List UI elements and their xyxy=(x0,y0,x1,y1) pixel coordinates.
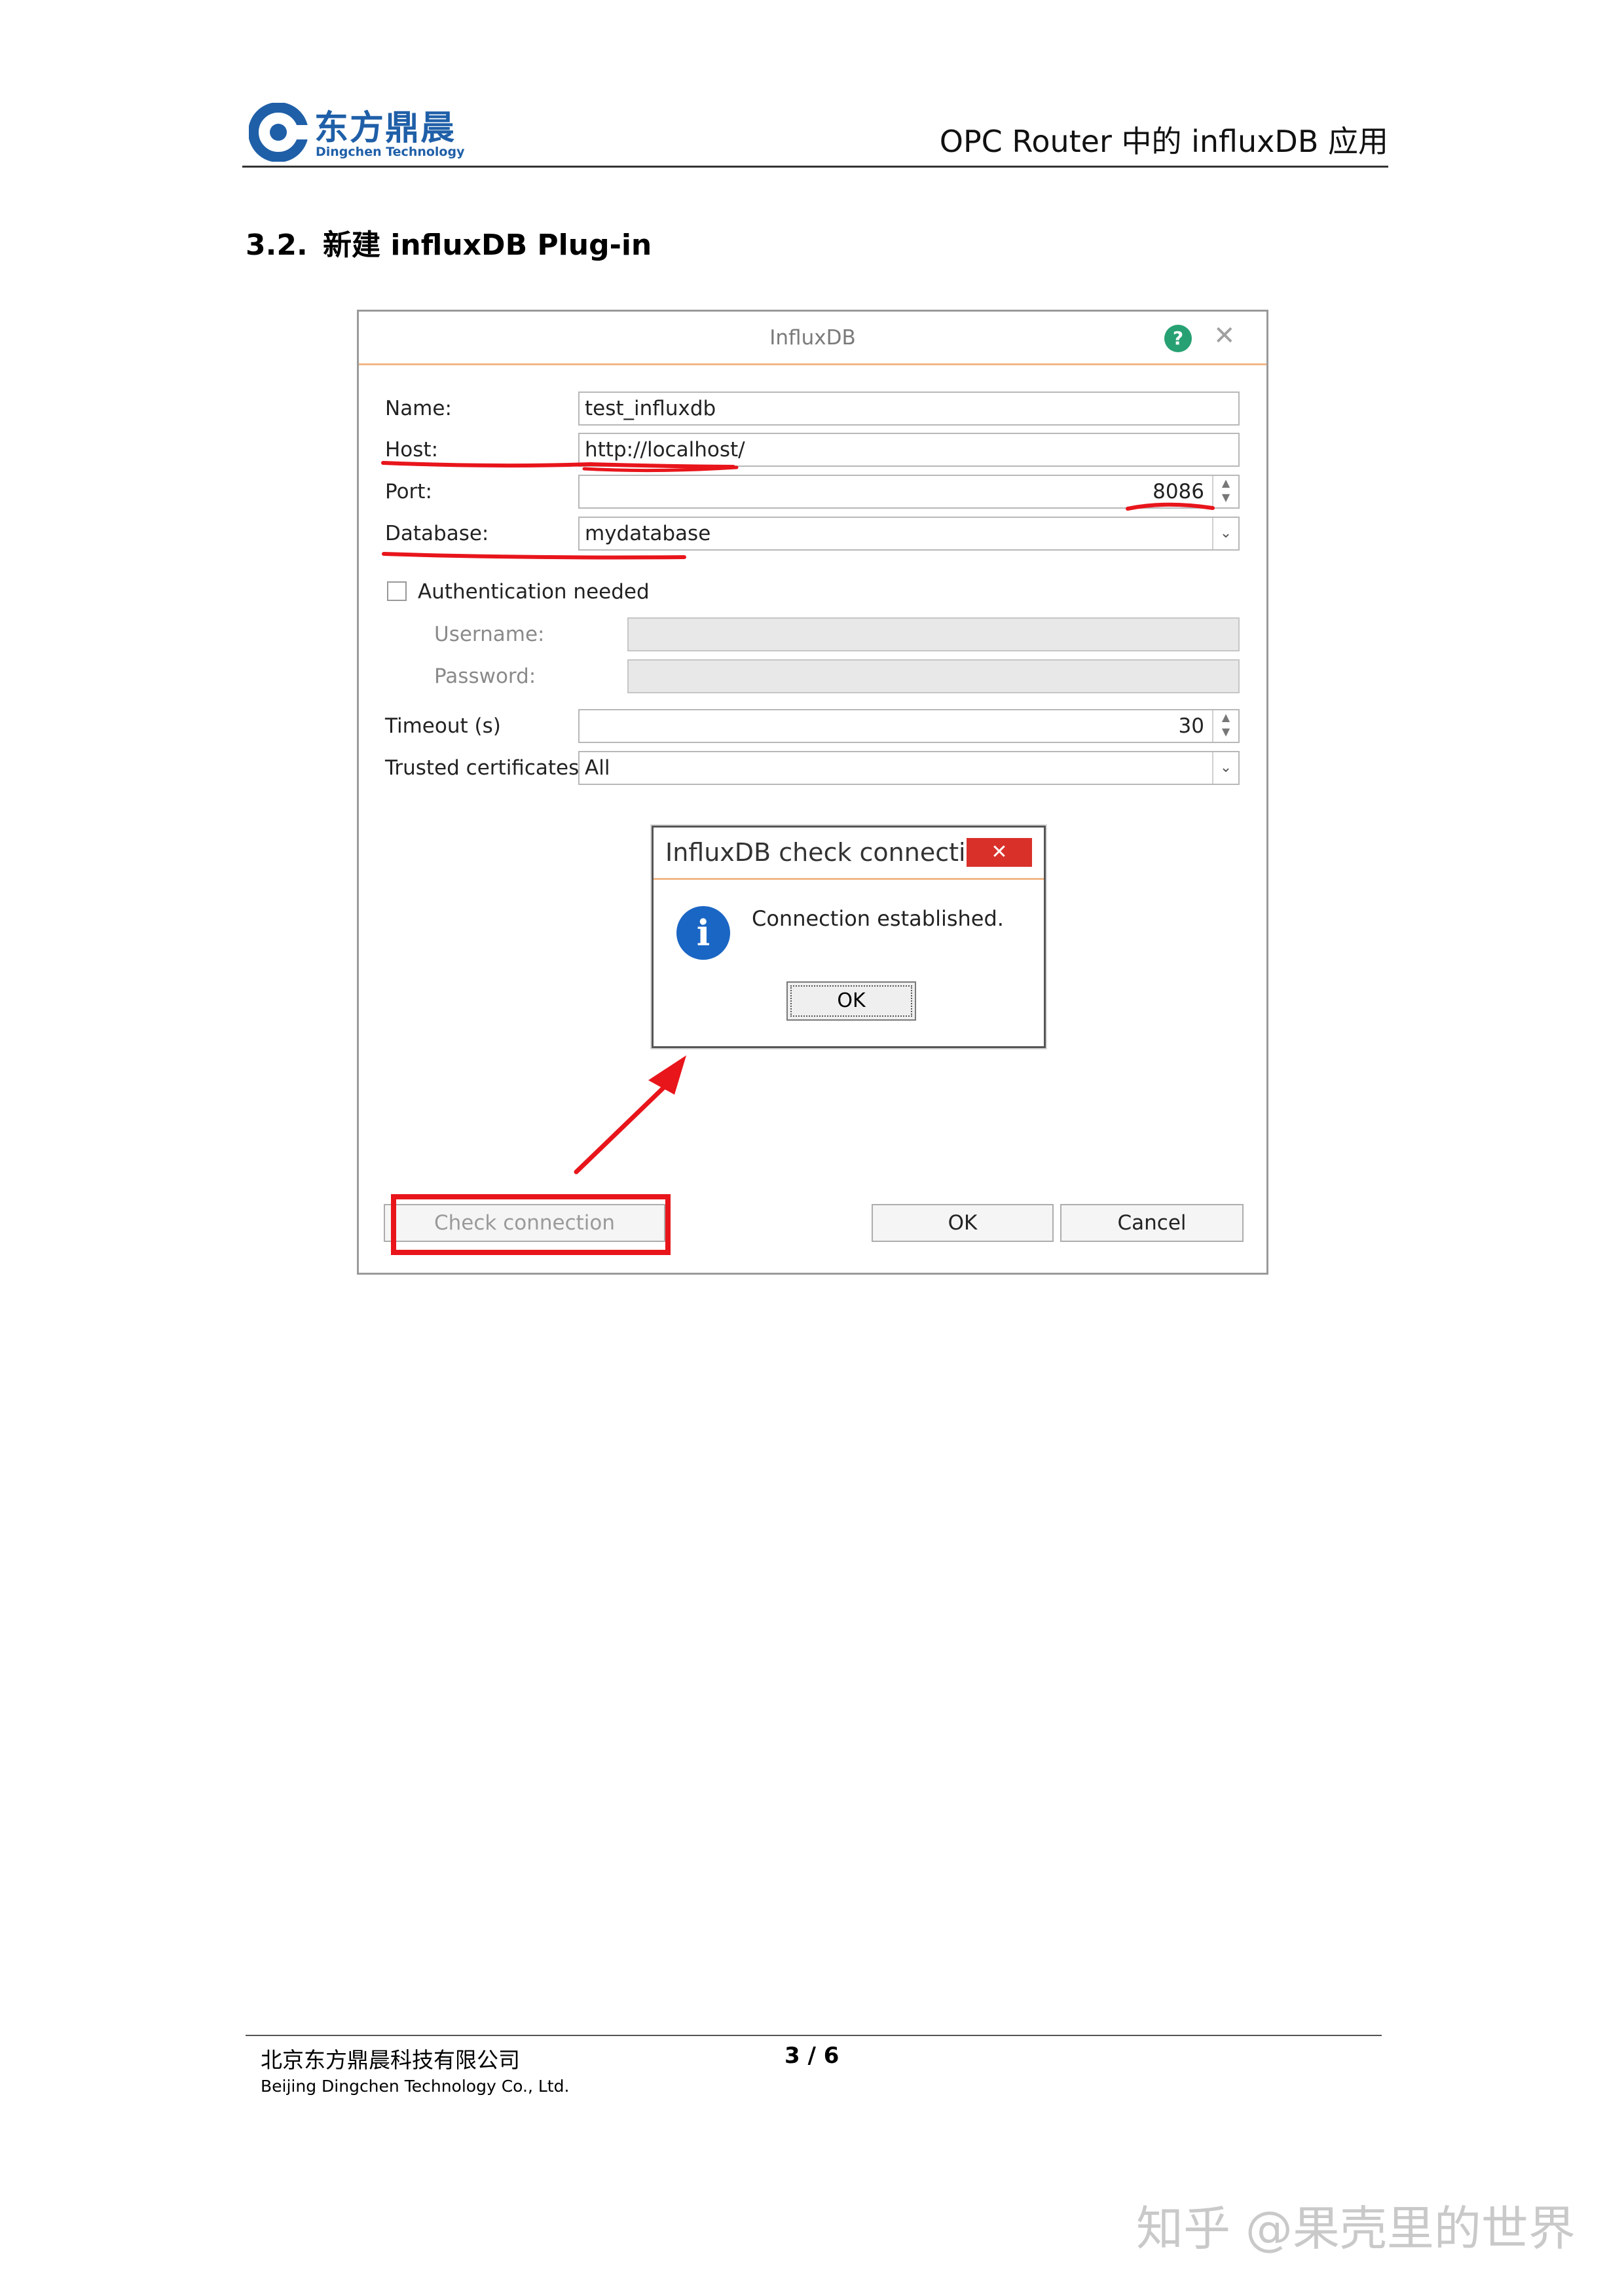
auth-checkbox[interactable] xyxy=(387,581,407,601)
logo-en-text: Dingchen Technology xyxy=(316,145,465,159)
dialog-titlebar: InfluxDB ? ✕ xyxy=(359,312,1266,365)
host-field[interactable]: http://localhost/ xyxy=(578,433,1240,467)
timeout-field[interactable]: 30 ▲ ▼ xyxy=(578,709,1240,743)
port-field[interactable]: 8086 ▲ ▼ xyxy=(578,475,1240,509)
logo-c-icon xyxy=(249,103,308,162)
name-field[interactable]: test_influxdb xyxy=(578,392,1240,426)
influxdb-dialog: InfluxDB ? ✕ Name: test_influxdb Host: h… xyxy=(357,310,1268,1275)
timeout-spinner-icon[interactable]: ▲ ▼ xyxy=(1212,710,1238,742)
chevron-down-icon[interactable]: ⌄ xyxy=(1212,518,1238,549)
port-label: Port: xyxy=(385,480,432,503)
port-spinner-icon[interactable]: ▲ ▼ xyxy=(1212,476,1238,507)
name-label: Name: xyxy=(385,397,452,420)
section-title: 新建 influxDB Plug-in xyxy=(323,228,652,262)
check-connection-message-box: InfluxDB check connection ✕ i Connection… xyxy=(652,826,1046,1048)
password-label: Password: xyxy=(434,665,536,688)
footer-company-en: Beijing Dingchen Technology Co., Ltd. xyxy=(261,2077,570,2096)
ok-button[interactable]: OK xyxy=(872,1204,1054,1242)
database-label: Database: xyxy=(385,522,489,545)
close-icon[interactable]: ✕ xyxy=(1213,321,1236,351)
help-icon[interactable]: ? xyxy=(1164,325,1192,352)
page-number: 3 / 6 xyxy=(784,2043,840,2069)
message-text: Connection established. xyxy=(752,906,1004,931)
trusted-certificates-label: Trusted certificates: xyxy=(385,756,586,780)
database-select[interactable]: mydatabase ⌄ xyxy=(578,517,1240,551)
port-value: 8086 xyxy=(1153,480,1204,503)
auth-label: Authentication needed xyxy=(418,580,650,604)
database-value: mydatabase xyxy=(585,522,711,545)
message-ok-button[interactable]: OK xyxy=(786,981,916,1021)
footer-divider xyxy=(246,2035,1382,2036)
message-box-titlebar: InfluxDB check connection ✕ xyxy=(654,828,1044,880)
info-icon: i xyxy=(676,906,730,960)
host-label: Host: xyxy=(385,438,439,462)
trusted-certificates-value: All xyxy=(585,756,610,780)
timeout-value: 30 xyxy=(1178,714,1204,738)
close-icon[interactable]: ✕ xyxy=(967,838,1032,867)
timeout-label: Timeout (s) xyxy=(385,714,501,738)
dialog-title: InfluxDB xyxy=(769,326,856,350)
footer-company-cn: 北京东方鼎晨科技有限公司 xyxy=(261,2047,520,2073)
check-connection-button[interactable]: Check connection xyxy=(384,1204,665,1242)
trusted-certificates-select[interactable]: All ⌄ xyxy=(578,751,1240,785)
header-divider xyxy=(242,166,1388,168)
chevron-down-icon[interactable]: ⌄ xyxy=(1212,752,1238,784)
section-number: 3.2. xyxy=(246,228,308,262)
cancel-button[interactable]: Cancel xyxy=(1060,1204,1244,1242)
username-field xyxy=(627,617,1240,651)
document-header-title: OPC Router 中的 influxDB 应用 xyxy=(939,124,1388,159)
username-label: Username: xyxy=(434,623,545,646)
company-logo: 东方鼎晨 Dingchen Technology xyxy=(249,101,471,170)
password-field xyxy=(627,659,1240,693)
message-box-title: InfluxDB check connection xyxy=(665,838,997,867)
watermark: 知乎 @果壳里的世界 xyxy=(1136,2201,1576,2256)
logo-cn-text: 东方鼎晨 xyxy=(314,109,456,148)
section-heading: 3.2. 新建 influxDB Plug-in xyxy=(246,221,652,263)
